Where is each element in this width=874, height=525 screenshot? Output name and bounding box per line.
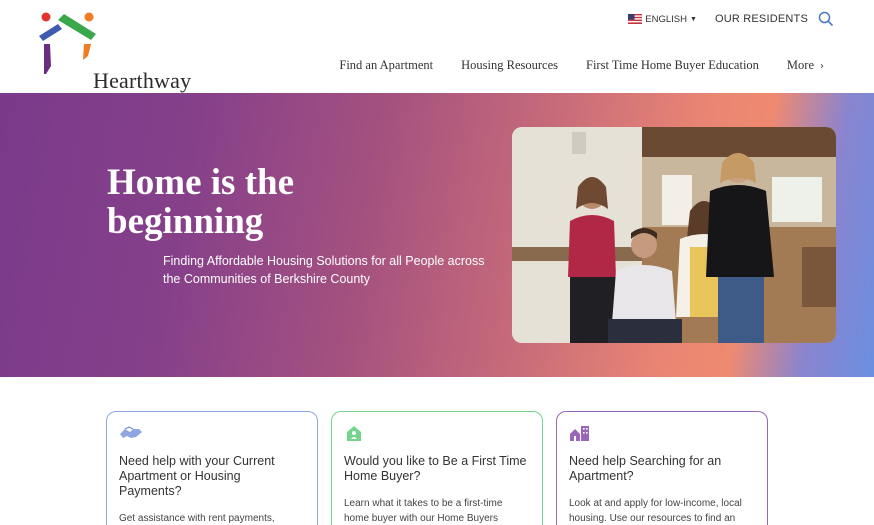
card-description: Look at and apply for low-income, local … bbox=[569, 498, 742, 524]
nav-housing-resources[interactable]: Housing Resources bbox=[461, 58, 558, 73]
nav-first-time-home-buyer[interactable]: First Time Home Buyer Education bbox=[586, 58, 759, 73]
main-nav: Find an Apartment Housing Resources Firs… bbox=[311, 58, 824, 73]
card-description: Learn what it takes to be a first-time h… bbox=[344, 498, 503, 524]
utility-bar: ENGLISH ▼ OUR RESIDENTS bbox=[628, 10, 834, 28]
apartment-building-icon bbox=[569, 424, 593, 442]
hearthway-logo[interactable]: Hearthway bbox=[36, 10, 191, 93]
team-photo-image bbox=[512, 127, 836, 343]
our-residents-link[interactable]: OUR RESIDENTS bbox=[715, 13, 808, 25]
card-title: Need help Searching for an Apartment? bbox=[569, 454, 722, 483]
card-description: Get assistance with rent payments, emerg… bbox=[119, 513, 275, 524]
us-flag-icon bbox=[628, 14, 643, 24]
chevron-right-icon: › bbox=[820, 61, 824, 72]
hero-team-photo bbox=[512, 127, 836, 343]
house-person-icon bbox=[344, 424, 368, 442]
card-apartment-search[interactable]: Need help Searching for an Apartment? Lo… bbox=[556, 411, 768, 525]
caret-down-icon: ▼ bbox=[690, 15, 697, 23]
logo-wordmark: Hearthway bbox=[93, 68, 192, 93]
nav-more-label: More bbox=[786, 58, 814, 72]
language-label: ENGLISH bbox=[645, 13, 687, 25]
handshake-icon bbox=[119, 424, 143, 442]
hero-banner: Home is the beginning Finding Affordable… bbox=[0, 93, 874, 377]
hero-subtitle: Finding Affordable Housing Solutions for… bbox=[163, 254, 485, 286]
hero-title: Home is the beginning bbox=[107, 162, 295, 242]
card-current-apartment-help[interactable]: Need help with your Current Apartment or… bbox=[106, 411, 318, 525]
help-cards-section: Need help with your Current Apartment or… bbox=[0, 377, 874, 525]
card-title: Need help with your Current Apartment or… bbox=[119, 454, 275, 498]
card-first-time-home-buyer[interactable]: Would you like to Be a First Time Home B… bbox=[331, 411, 543, 525]
search-icon[interactable] bbox=[818, 11, 834, 27]
language-selector[interactable]: ENGLISH ▼ bbox=[628, 14, 697, 25]
nav-more[interactable]: More › bbox=[787, 58, 824, 73]
site-header: Hearthway ENGLISH ▼ OUR RESIDENTS Find a… bbox=[0, 0, 874, 93]
nav-find-apartment[interactable]: Find an Apartment bbox=[339, 58, 433, 73]
card-title: Would you like to Be a First Time Home B… bbox=[344, 454, 527, 483]
